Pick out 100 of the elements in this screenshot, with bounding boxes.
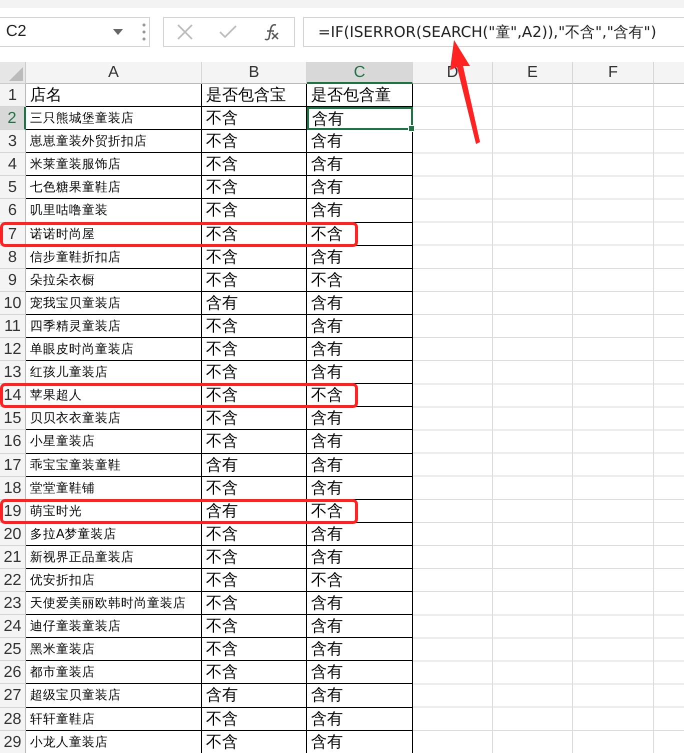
table-cell: 含有 <box>202 684 307 708</box>
table-cell: 堂堂童鞋铺 <box>26 476 202 500</box>
row-header[interactable]: 26 <box>0 661 26 684</box>
column-header[interactable] <box>654 62 684 84</box>
table-cell: 含有 <box>307 546 413 569</box>
table-cell: 不含 <box>202 638 307 662</box>
row-header[interactable]: 21 <box>0 546 26 569</box>
table-cell: 含有 <box>307 615 413 638</box>
table-cell: 不含 <box>307 268 413 292</box>
table-cell: 不含 <box>307 568 413 592</box>
row-header[interactable]: 3 <box>0 130 26 154</box>
row-header[interactable]: 24 <box>0 615 26 638</box>
table-cell: 七色糖果童鞋店 <box>26 176 202 200</box>
row-header[interactable]: 15 <box>0 407 26 430</box>
table-cell: 含有 <box>307 522 413 546</box>
table-cell: 不含 <box>202 176 307 200</box>
row-header[interactable]: 1 <box>0 84 26 108</box>
grip-icon <box>142 23 146 41</box>
table-cell: 含有 <box>307 730 413 753</box>
table-cell: 不含 <box>202 338 307 362</box>
table-cell: 含有 <box>307 292 413 315</box>
row-header[interactable]: 27 <box>0 684 26 708</box>
row-header[interactable]: 20 <box>0 522 26 546</box>
table-cell: 不含 <box>202 568 307 592</box>
table-cell: 贝贝衣衣童装店 <box>26 407 202 430</box>
row-header[interactable]: 13 <box>0 361 26 384</box>
table-cell: 不含 <box>202 153 307 176</box>
table-cell: 小星童装店 <box>26 430 202 454</box>
table-cell: 新视界正品童装店 <box>26 546 202 569</box>
table-cell: 不含 <box>202 199 307 223</box>
table-cell: 含有 <box>307 130 413 154</box>
table-cell: 含有 <box>307 176 413 200</box>
row-header[interactable]: 23 <box>0 592 26 616</box>
function-icon[interactable] <box>263 23 281 41</box>
row-header[interactable]: 5 <box>0 176 26 200</box>
table-cell: 含有 <box>307 476 413 500</box>
row-header[interactable]: 12 <box>0 338 26 362</box>
table-cell: 多拉A梦童装店 <box>26 522 202 546</box>
table-cell: 含有 <box>307 661 413 684</box>
table-cell: 不含 <box>202 430 307 454</box>
row-header[interactable]: 11 <box>0 314 26 338</box>
column-header[interactable]: E <box>493 62 573 84</box>
table-cell: 不含 <box>202 407 307 430</box>
table-cell: 三只熊城堡童装店 <box>26 107 202 130</box>
row-header[interactable]: 2 <box>0 107 26 130</box>
cancel-icon[interactable] <box>177 24 193 40</box>
formula-field[interactable]: =IF(ISERROR(SEARCH("童",A2)),"不含","含有") <box>303 17 684 47</box>
table-cell: 都市童装店 <box>26 661 202 684</box>
row-header[interactable]: 28 <box>0 708 26 731</box>
row-header[interactable]: 4 <box>0 153 26 176</box>
row-header[interactable]: 8 <box>0 246 26 269</box>
dropdown-caret-icon[interactable] <box>113 29 123 35</box>
table-cell: 含有 <box>307 153 413 176</box>
table-cell: 不含 <box>202 476 307 500</box>
table-cell: 超级宝贝童装店 <box>26 684 202 708</box>
table-cell: 含有 <box>307 592 413 616</box>
table-cell: 含有 <box>202 454 307 477</box>
table-cell: 含有 <box>307 407 413 430</box>
table-cell: 不含 <box>202 130 307 154</box>
table-cell: 不含 <box>202 107 307 130</box>
column-header[interactable]: B <box>202 62 307 84</box>
column-header[interactable]: F <box>573 62 654 84</box>
table-cell: 迪仔童装童装店 <box>26 615 202 638</box>
row-header[interactable]: 22 <box>0 568 26 592</box>
table-cell: 是否包含宝 <box>202 84 307 108</box>
table-cell: 单眼皮时尚童装店 <box>26 338 202 362</box>
table-cell: 不含 <box>202 708 307 731</box>
row-header[interactable]: 25 <box>0 638 26 662</box>
column-header[interactable]: A <box>26 62 202 84</box>
row-header[interactable]: 17 <box>0 454 26 477</box>
select-all-icon[interactable] <box>9 67 23 81</box>
table-cell: 不含 <box>202 730 307 753</box>
table-cell: 店名 <box>26 84 202 108</box>
row-header[interactable]: 9 <box>0 268 26 292</box>
name-box[interactable]: C2 <box>0 17 150 47</box>
table-cell: 含有 <box>202 292 307 315</box>
table-cell: 信步童鞋折扣店 <box>26 246 202 269</box>
selected-cell[interactable]: 含有 <box>307 107 413 130</box>
table-cell: 含有 <box>307 430 413 454</box>
row-header[interactable]: 16 <box>0 430 26 454</box>
table-cell: 不含 <box>202 546 307 569</box>
table-cell: 优安折扣店 <box>26 568 202 592</box>
table-cell: 含有 <box>307 199 413 223</box>
table-cell: 是否包含童 <box>307 84 413 108</box>
table-cell: 不含 <box>202 268 307 292</box>
table-cell: 含有 <box>307 708 413 731</box>
table-cell: 含有 <box>307 338 413 362</box>
check-icon[interactable] <box>219 25 237 39</box>
row-header[interactable]: 29 <box>0 730 26 753</box>
table-cell: 乖宝宝童装童鞋 <box>26 454 202 477</box>
row-header[interactable]: 10 <box>0 292 26 315</box>
table-cell: 含有 <box>307 684 413 708</box>
column-header[interactable]: C <box>307 62 413 84</box>
table-cell: 不含 <box>202 615 307 638</box>
table-cell: 天使爱美丽欧韩时尚童装店 <box>26 592 202 616</box>
table-cell: 轩轩童鞋店 <box>26 708 202 731</box>
row-header[interactable]: 18 <box>0 476 26 500</box>
row-header[interactable]: 6 <box>0 199 26 223</box>
table-cell: 崽崽童装外贸折扣店 <box>26 130 202 154</box>
table-cell: 小龙人童装店 <box>26 730 202 753</box>
